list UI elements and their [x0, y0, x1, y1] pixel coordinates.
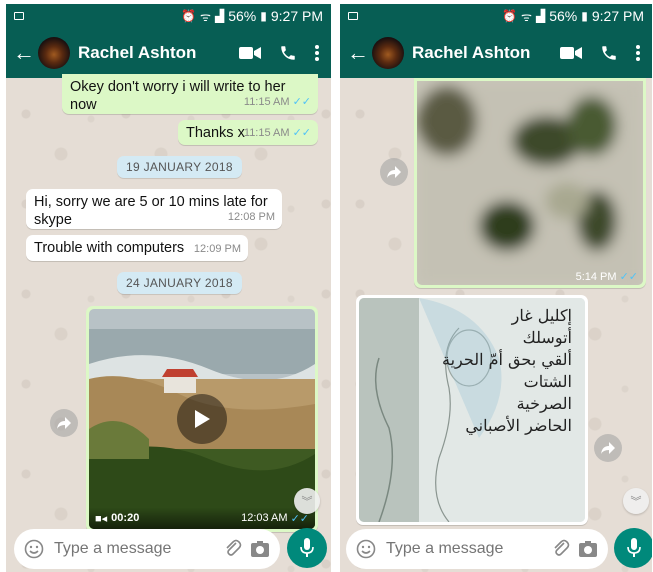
message-bubble[interactable]: Thanks x 11:15 AM ✓✓	[178, 120, 318, 145]
play-icon	[195, 410, 210, 428]
emoji-icon[interactable]	[24, 539, 44, 559]
message-input[interactable]	[54, 540, 216, 558]
video-call-icon[interactable]	[560, 46, 582, 60]
wifi-icon: ᯤ	[200, 9, 211, 24]
microphone-icon	[627, 538, 641, 557]
play-button[interactable]	[177, 394, 227, 444]
alarm-icon: ⏰	[181, 9, 197, 23]
image-message[interactable]: 5:14 PM ✓✓	[414, 78, 646, 288]
blurred-photo	[417, 81, 643, 285]
scroll-down-button[interactable]: ︾	[294, 488, 320, 514]
video-call-icon[interactable]	[239, 46, 261, 60]
avatar[interactable]	[38, 37, 70, 69]
artwork-line: ألقي بحق أمّ الحرية	[442, 350, 572, 369]
right-chat-screen: ⏰ ᯤ ▟ 56% ▮ 9:27 PM ← Rachel Ashton 5:14…	[340, 4, 652, 572]
attach-icon[interactable]	[552, 539, 570, 559]
wifi-icon: ᯤ	[521, 9, 532, 24]
forward-button[interactable]	[380, 158, 408, 186]
read-ticks-icon: ✓✓	[292, 96, 311, 108]
video-time: 12:03 AM	[241, 512, 288, 524]
forward-icon	[387, 166, 401, 178]
image-message[interactable]: إكليل غار أتوسلك ألقي بحق أمّ الحرية الش…	[356, 295, 588, 525]
phone-call-icon[interactable]	[600, 44, 618, 62]
message-input[interactable]	[386, 540, 544, 558]
message-meta: 11:15 AM ✓✓	[244, 93, 311, 111]
emoji-icon[interactable]	[356, 539, 376, 559]
scroll-down-button[interactable]: ︾	[623, 488, 649, 514]
left-chat-screen: ⏰ ᯤ ▟ 56% ▮ 9:27 PM ← Rachel Ashton Okey…	[6, 4, 331, 572]
chat-header: ← Rachel Ashton	[6, 28, 331, 78]
message-bubble[interactable]: Okey don't worry i will write to her now…	[62, 74, 318, 114]
microphone-icon	[300, 538, 314, 557]
forward-button[interactable]	[50, 409, 78, 437]
date-divider: 24 JANUARY 2018	[117, 272, 242, 294]
video-duration: 00:20	[111, 512, 140, 524]
status-bar: ⏰ ᯤ ▟ 56% ▮ 9:27 PM	[6, 4, 331, 28]
read-ticks-icon: ✓✓	[619, 271, 638, 283]
artwork-line: الصرخية	[516, 394, 572, 413]
message-text: Trouble with computers	[34, 240, 185, 256]
forward-icon	[57, 417, 71, 429]
message-meta: 5:14 PM ✓✓	[576, 270, 638, 283]
message-composer	[346, 529, 608, 569]
mic-button[interactable]	[287, 528, 327, 568]
message-time: 12:09 PM	[193, 243, 241, 255]
signal-icon: ▟	[535, 9, 546, 23]
phone-call-icon[interactable]	[279, 44, 297, 62]
contact-name[interactable]: Rachel Ashton	[78, 43, 196, 63]
back-arrow-icon[interactable]: ←	[12, 40, 36, 66]
camera-icon[interactable]	[578, 540, 598, 558]
artwork-line: أتوسلك	[522, 328, 572, 347]
camera-icon[interactable]	[250, 540, 270, 558]
battery-percent: 56%	[549, 8, 578, 24]
attach-icon[interactable]	[224, 539, 242, 559]
video-message[interactable]: ■◂ 00:20 12:03 AM ✓✓	[86, 306, 318, 532]
read-ticks-icon: ✓✓	[292, 127, 311, 139]
artwork-line: الشتات	[523, 372, 572, 391]
message-time: 11:15 AM	[243, 127, 290, 139]
more-options-icon[interactable]	[315, 45, 319, 61]
artwork-caption: إكليل غار أتوسلك ألقي بحق أمّ الحرية الش…	[432, 305, 572, 437]
message-time: 11:15 AM	[243, 96, 290, 108]
artwork-line: إكليل غار	[511, 306, 572, 325]
video-camera-icon: ■◂	[95, 512, 108, 525]
artwork-line: الحاضر الأصباني	[465, 416, 572, 435]
message-meta: 11:15 AM ✓✓	[244, 124, 311, 142]
chat-header: ← Rachel Ashton	[340, 28, 652, 78]
message-meta: 12:09 PM	[194, 240, 241, 258]
chevron-down-icon: ︾	[301, 496, 313, 508]
battery-icon: ▮	[260, 9, 267, 23]
video-info-bar: ■◂ 00:20 12:03 AM ✓✓	[89, 507, 315, 529]
message-bubble[interactable]: Trouble with computers 12:09 PM	[26, 235, 248, 261]
more-options-icon[interactable]	[636, 45, 640, 61]
clock: 9:27 PM	[591, 8, 644, 24]
notification-icon	[348, 12, 358, 20]
message-text: Thanks x	[186, 125, 245, 141]
signal-icon: ▟	[214, 9, 225, 23]
forward-icon	[601, 442, 615, 454]
status-bar: ⏰ ᯤ ▟ 56% ▮ 9:27 PM	[340, 4, 652, 28]
message-time: 12:08 PM	[227, 211, 275, 223]
contact-name[interactable]: Rachel Ashton	[412, 43, 530, 63]
notification-icon	[14, 12, 24, 20]
clock: 9:27 PM	[270, 8, 323, 24]
message-time: 5:14 PM	[575, 271, 617, 283]
mic-button[interactable]	[614, 528, 652, 568]
back-arrow-icon[interactable]: ←	[346, 40, 370, 66]
battery-percent: 56%	[228, 8, 257, 24]
avatar[interactable]	[372, 37, 404, 69]
battery-icon: ▮	[581, 9, 588, 23]
message-meta: 12:08 PM	[228, 208, 275, 226]
forward-button[interactable]	[594, 434, 622, 462]
alarm-icon: ⏰	[502, 9, 518, 23]
chevron-down-icon: ︾	[630, 496, 642, 508]
message-composer	[14, 529, 280, 569]
date-divider: 19 JANUARY 2018	[117, 156, 242, 178]
message-bubble[interactable]: Hi, sorry we are 5 or 10 mins late for s…	[26, 189, 282, 229]
